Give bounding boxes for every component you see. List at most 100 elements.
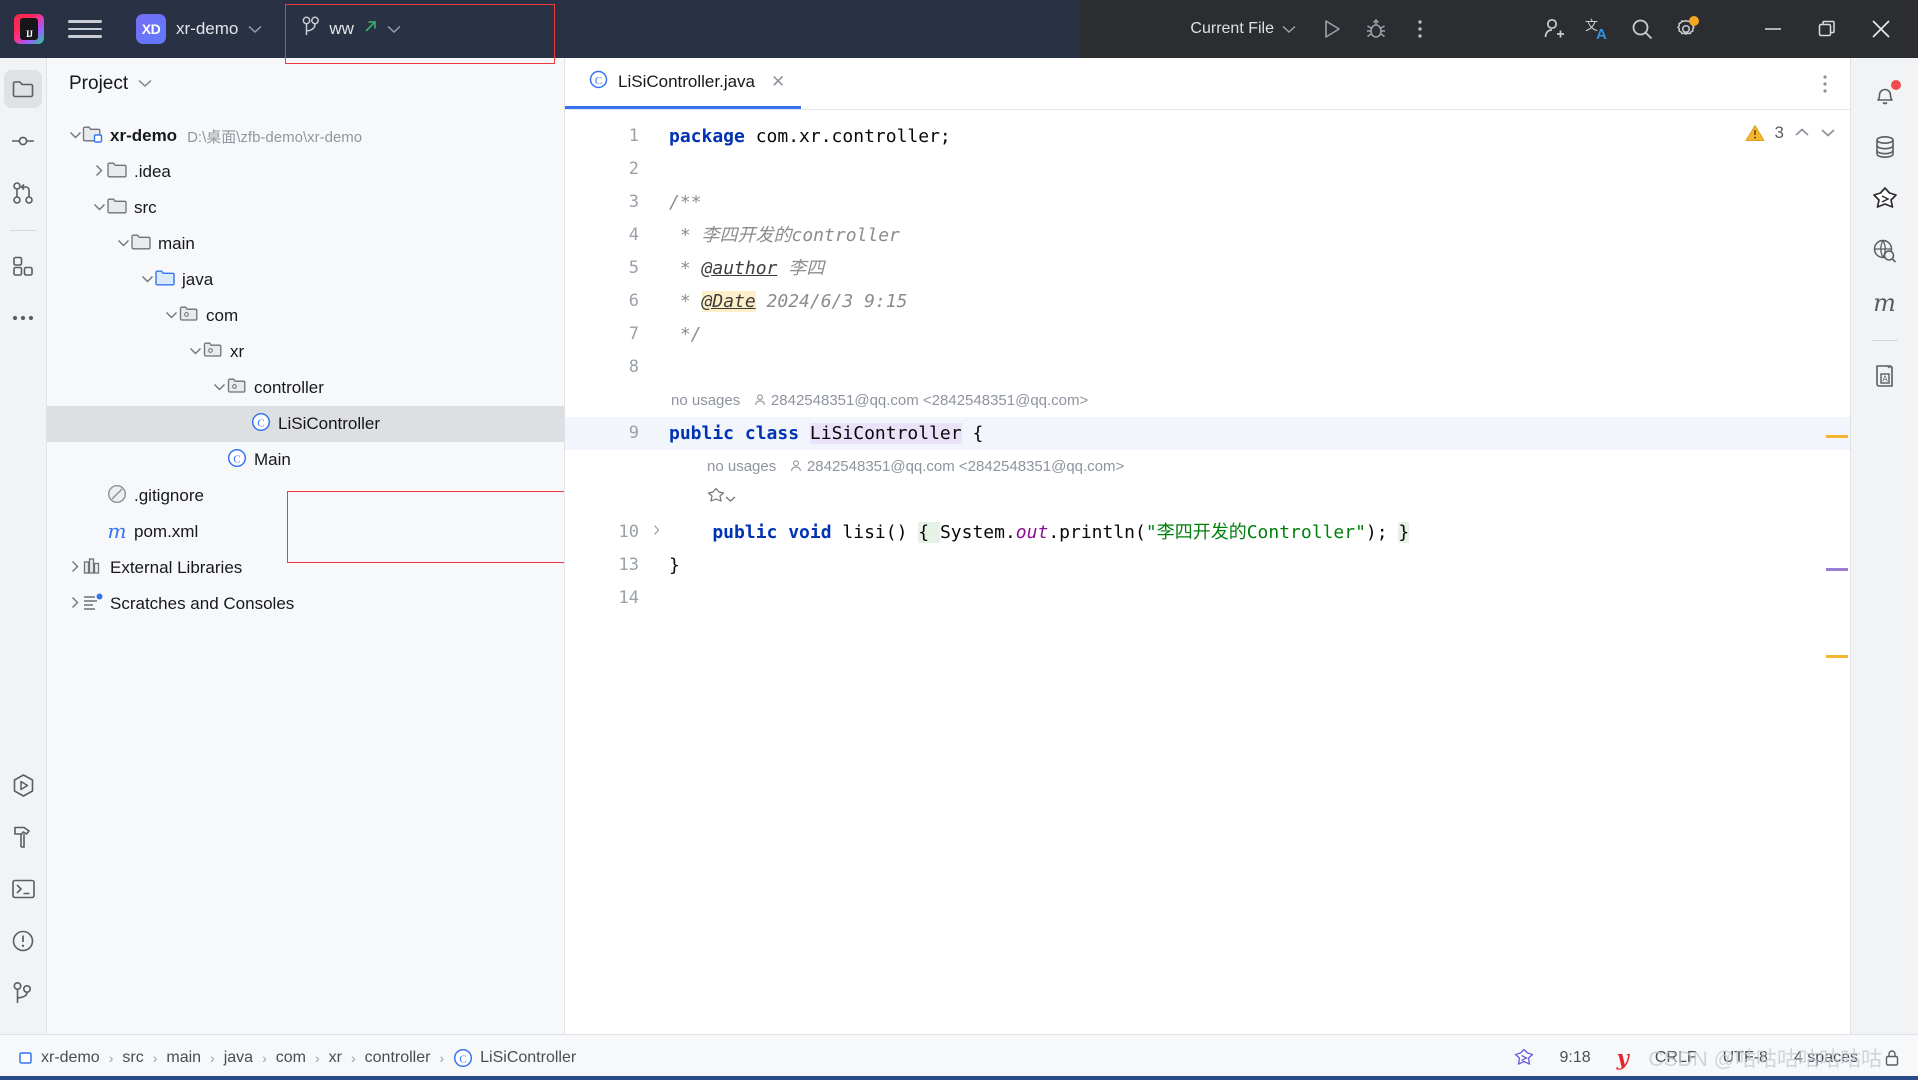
restore-window-icon[interactable]: [1800, 0, 1854, 58]
project-widget[interactable]: XD xr-demo: [136, 14, 262, 44]
status-line-separator[interactable]: CRLF: [1655, 1049, 1697, 1067]
tree-item-java[interactable]: java: [47, 262, 564, 298]
status-ai-assistant-status[interactable]: [1514, 1048, 1534, 1068]
chevron-down-icon[interactable]: [138, 77, 152, 91]
chevron-down-icon[interactable]: [725, 489, 736, 510]
chevron-down-icon[interactable]: [165, 309, 177, 323]
tree-item-xr-demo[interactable]: xr-demo D:\桌面\zfb-demo\xr-demo: [47, 118, 564, 154]
minimize-icon[interactable]: [1746, 0, 1800, 58]
translate-icon[interactable]: 文 A: [1576, 7, 1620, 51]
editor-tab-lisicontroller[interactable]: C LiSiController.java ✕: [565, 58, 802, 109]
chevron-right-icon[interactable]: [69, 596, 81, 612]
code-token: }: [1398, 522, 1410, 543]
gear-icon[interactable]: [1664, 7, 1708, 51]
status-file-encoding[interactable]: UTF-8: [1723, 1049, 1768, 1067]
scratches-icon: [82, 592, 104, 617]
close-icon[interactable]: ✕: [771, 72, 785, 92]
library-icon: [82, 556, 104, 581]
bean-gutter-icon[interactable]: [707, 487, 725, 510]
close-icon[interactable]: [1854, 0, 1908, 58]
hamburger-menu-icon[interactable]: [68, 20, 102, 38]
sidebar-item-structure[interactable]: [4, 247, 42, 285]
project-tree[interactable]: xr-demo D:\桌面\zfb-demo\xr-demo .idea src mai…: [47, 110, 564, 1034]
chevron-down-icon[interactable]: [141, 273, 153, 287]
run-configuration-selector[interactable]: Current File: [1190, 20, 1296, 38]
tree-item-scratches-and-consoles[interactable]: Scratches and Consoles: [47, 586, 564, 622]
sidebar-item-ai-assistant[interactable]: [1866, 180, 1904, 218]
code-editor[interactable]: 1 2 3 4 5 6 7 8 9 10 13 14 package com.xr.controlle…: [565, 110, 1850, 1034]
breadcrumb-separator: ›: [350, 1049, 356, 1066]
sidebar-item-notifications[interactable]: [1866, 76, 1904, 114]
sidebar-item-project[interactable]: [4, 70, 42, 108]
chevron-down-icon[interactable]: [93, 201, 105, 215]
status-caret-position[interactable]: 9:18: [1560, 1049, 1591, 1067]
module-icon: [82, 124, 104, 149]
java-class-icon: C: [251, 412, 271, 437]
chevron-down-icon[interactable]: [1820, 123, 1836, 143]
tree-item-src[interactable]: src: [47, 190, 564, 226]
add-account-icon[interactable]: [1532, 7, 1576, 51]
status-read-only-toggle[interactable]: [1884, 1049, 1900, 1067]
sidebar-item-build[interactable]: [4, 818, 42, 856]
chevron-up-icon[interactable]: [1794, 123, 1810, 143]
breadcrumb-item-controller[interactable]: controller: [365, 1049, 431, 1067]
breadcrumb-item-xr[interactable]: xr: [329, 1049, 342, 1067]
chevron-down-icon: [387, 22, 401, 37]
tree-item-main[interactable]: C Main: [47, 442, 564, 478]
sidebar-item-pull-requests[interactable]: [4, 174, 42, 212]
sidebar-item-more-tool-windows[interactable]: [4, 299, 42, 337]
breadcrumb-item-xr-demo[interactable]: xr-demo: [18, 1049, 100, 1067]
author-hint[interactable]: 2842548351@qq.com <2842548351@qq.com>: [767, 392, 1088, 409]
breadcrumb-item-src[interactable]: src: [122, 1049, 143, 1067]
status-youdao-translate[interactable]: y: [1617, 1047, 1629, 1068]
breadcrumb-item-main[interactable]: main: [166, 1049, 201, 1067]
tree-item-gitignore[interactable]: .gitignore: [47, 478, 564, 514]
more-vertical-icon[interactable]: [1800, 58, 1850, 109]
line-number: 10: [565, 516, 665, 549]
sidebar-item-database[interactable]: [1866, 128, 1904, 166]
sidebar-item-dictionary[interactable]: A: [1866, 357, 1904, 395]
tree-item-pom-xml[interactable]: m pom.xml: [47, 514, 564, 550]
sidebar-item-version-control[interactable]: [4, 974, 42, 1012]
chevron-down-icon[interactable]: [69, 129, 81, 143]
more-vertical-icon[interactable]: [1398, 7, 1442, 51]
sidebar-item-run[interactable]: [4, 766, 42, 804]
sidebar-item-terminal[interactable]: [4, 870, 42, 908]
tree-item-idea[interactable]: .idea: [47, 154, 564, 190]
status-indent[interactable]: 4 spaces: [1794, 1049, 1858, 1067]
chevron-down-icon[interactable]: [189, 345, 201, 359]
code-token: public void: [669, 522, 843, 543]
tree-item-external-libraries[interactable]: External Libraries: [47, 550, 564, 586]
chevron-right-icon[interactable]: [93, 164, 105, 180]
fold-expand-icon[interactable]: [652, 516, 661, 549]
sidebar-item-endpoints[interactable]: [1866, 232, 1904, 270]
chevron-right-icon[interactable]: [69, 560, 81, 576]
chevron-down-icon[interactable]: [213, 381, 225, 395]
tree-item-controller[interactable]: controller: [47, 370, 564, 406]
breadcrumb-item-lisicontroller[interactable]: C LiSiController: [453, 1048, 576, 1068]
vcs-branch-widget[interactable]: ww: [292, 12, 411, 47]
inspection-widget[interactable]: 3: [1710, 110, 1850, 156]
title-bar: IJ XD xr-demo ww Current File 文 A: [0, 0, 1918, 64]
arrow-up-right-icon[interactable]: [363, 19, 378, 39]
chevron-down-icon[interactable]: [117, 237, 129, 251]
breadcrumb-item-java[interactable]: java: [224, 1049, 253, 1067]
tree-item-main[interactable]: main: [47, 226, 564, 262]
author-hint[interactable]: 2842548351@qq.com <2842548351@qq.com>: [803, 458, 1124, 475]
tree-item-com[interactable]: com: [47, 298, 564, 334]
breadcrumb-item-com[interactable]: com: [276, 1049, 306, 1067]
run-play-icon[interactable]: [1310, 7, 1354, 51]
sidebar-item-maven[interactable]: m: [1866, 284, 1904, 322]
code-content[interactable]: package com.xr.controller; /** * 李四开发的con…: [665, 110, 1850, 1034]
breadcrumb[interactable]: xr-demo › src › main › java › com › xr › controller ›…: [18, 1048, 576, 1068]
sidebar-item-commit[interactable]: [4, 122, 42, 160]
usages-hint[interactable]: no usages: [707, 458, 776, 475]
sidebar-item-problems[interactable]: [4, 922, 42, 960]
breadcrumb-separator: ›: [439, 1049, 445, 1066]
tree-item-lisicontroller[interactable]: C LiSiController: [47, 406, 564, 442]
search-icon[interactable]: [1620, 7, 1664, 51]
debug-bug-icon[interactable]: [1354, 7, 1398, 51]
usages-hint[interactable]: no usages: [671, 392, 740, 409]
tree-item-xr[interactable]: xr: [47, 334, 564, 370]
line-number: 3: [628, 192, 639, 212]
